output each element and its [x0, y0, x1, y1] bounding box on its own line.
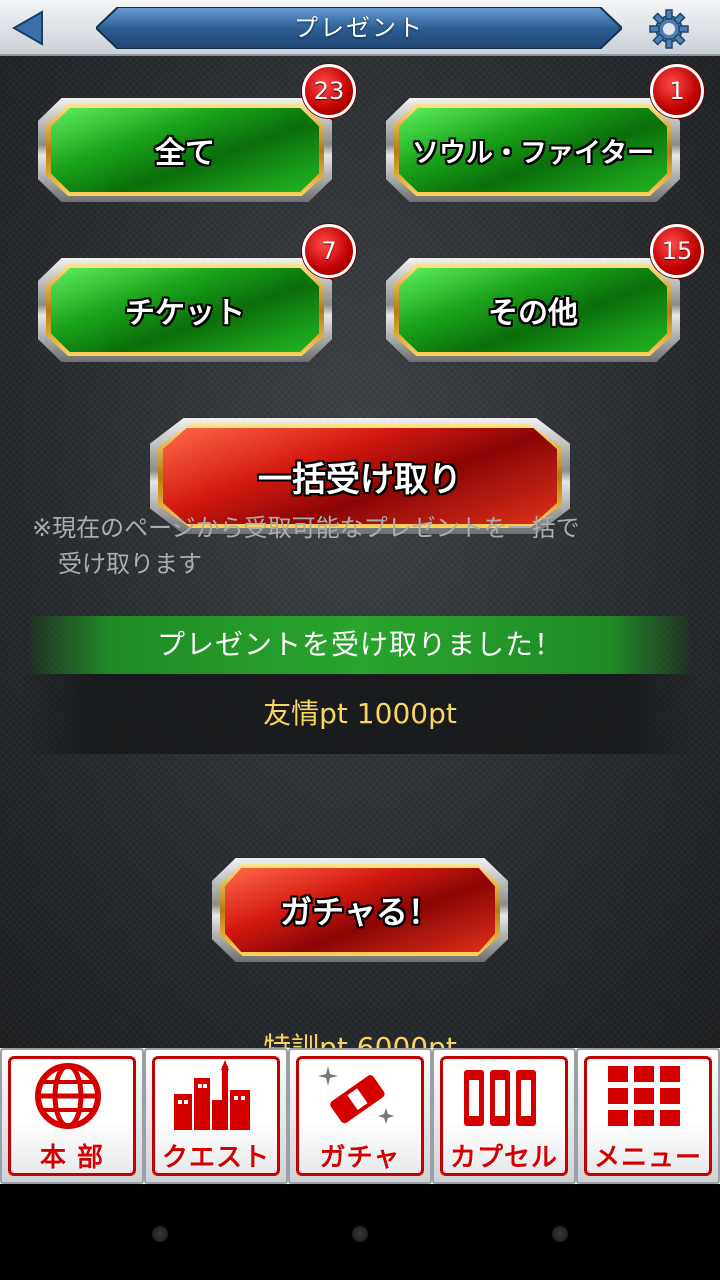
filter-other-button[interactable]: その他 [386, 258, 680, 362]
nav-headquarters[interactable]: 本 部 [0, 1048, 144, 1184]
filter-ticket-button[interactable]: チケット [38, 258, 332, 362]
system-back-dot[interactable] [152, 1226, 168, 1242]
page-title: プレゼント [294, 14, 424, 42]
header-bar: プレゼント [0, 0, 720, 56]
success-message: プレゼントを受け取りました！ [30, 616, 690, 674]
count-badge: 7 [302, 224, 356, 278]
nav-label: クエスト [161, 1143, 270, 1173]
gear-icon[interactable] [648, 8, 690, 50]
filter-ticket-label: チケット [125, 296, 245, 331]
grid-menu-icon [608, 1066, 680, 1126]
system-home-dot[interactable] [352, 1226, 368, 1242]
capsule-sparkle-icon [318, 1066, 394, 1124]
nav-menu[interactable]: メニュー [576, 1048, 720, 1184]
filter-all-button[interactable]: 全て [38, 98, 332, 202]
count-badge: 1 [650, 64, 704, 118]
filter-all-label: 全て [155, 136, 215, 171]
nav-label: 本 部 [39, 1143, 105, 1173]
count-badge: 23 [302, 64, 356, 118]
filter-soul-fighter-label: ソウル・ファイター [412, 137, 654, 169]
nav-gacha[interactable]: ガチャ [288, 1048, 432, 1184]
globe-icon [35, 1063, 101, 1129]
count-badge: 15 [650, 224, 704, 278]
nav-label: ガチャ [319, 1143, 401, 1173]
back-arrow-icon[interactable] [0, 6, 90, 50]
gacha-label: ガチャる！ [280, 893, 440, 931]
nav-label: メニュー [593, 1143, 702, 1173]
nav-quest[interactable]: クエスト [144, 1048, 288, 1184]
nav-label: カプセル [449, 1143, 558, 1173]
capsules-icon [464, 1070, 536, 1126]
gacha-button[interactable]: ガチャる！ [212, 858, 508, 962]
filter-other-label: その他 [488, 296, 578, 331]
system-recent-dot[interactable] [552, 1226, 568, 1242]
bottom-nav: 本 部 クエスト ガチャ カプセル メニュー [0, 1048, 720, 1184]
city-icon [174, 1060, 250, 1130]
reward-text: 友情pt 1000pt [263, 697, 457, 730]
note-line-1: ※現在のページから受取可能なプレゼントを一括で [32, 514, 580, 542]
note-line-2: 受け取ります [58, 550, 202, 578]
reward-panel: 友情pt 1000pt [20, 674, 700, 754]
bulk-receive-note: ※現在のページから受取可能なプレゼントを一括で 受け取ります [32, 510, 692, 582]
filter-soul-fighter-button[interactable]: ソウル・ファイター [386, 98, 680, 202]
nav-capsule[interactable]: カプセル [432, 1048, 576, 1184]
